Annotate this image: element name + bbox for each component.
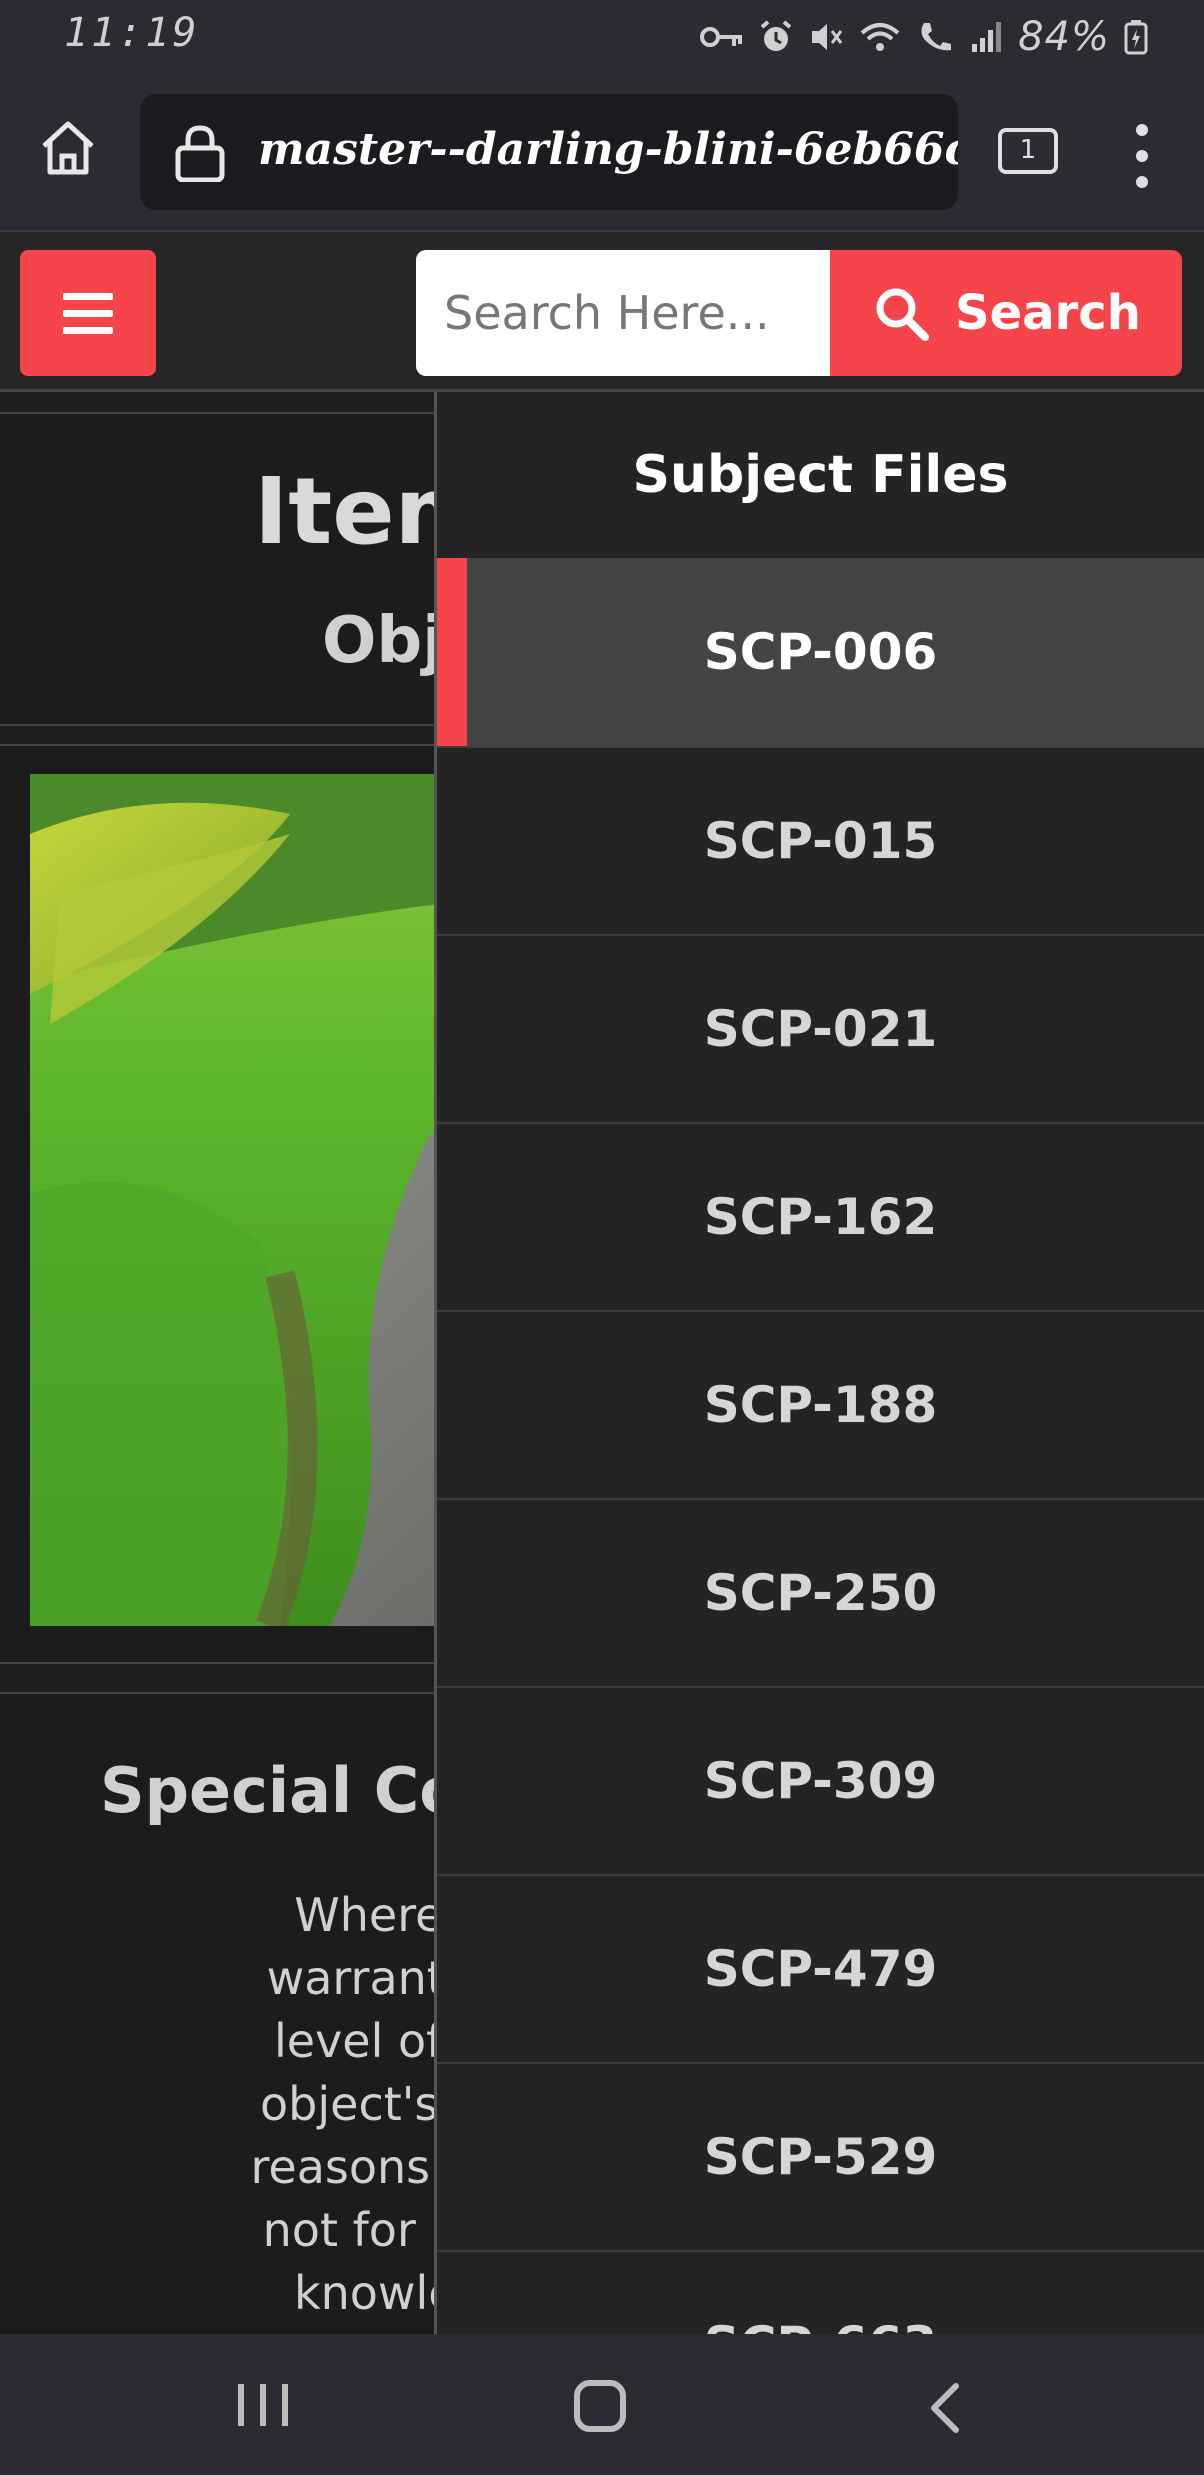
search-input[interactable]: [416, 250, 836, 376]
search-button[interactable]: Search: [830, 250, 1182, 376]
battery-icon: [1124, 20, 1148, 55]
subject-files-drawer: Subject Files SCP-006 SCP-015 SCP-021 SC…: [434, 392, 1204, 2334]
signal-icon: [972, 22, 1002, 52]
system-nav-bar: [0, 2334, 1204, 2475]
drawer-item-scp-479[interactable]: SCP-479: [437, 1874, 1204, 2062]
drawer-item-scp-188[interactable]: SCP-188: [437, 1310, 1204, 1498]
mute-icon: [812, 24, 843, 50]
alarm-icon: [760, 20, 792, 51]
tab-switcher-button[interactable]: 1: [998, 128, 1058, 174]
address-bar[interactable]: master--darling-blini-6eb66c.n: [140, 94, 958, 210]
home-icon[interactable]: [36, 116, 100, 180]
search-icon: [876, 288, 930, 341]
drawer-item-scp-021[interactable]: SCP-021: [437, 934, 1204, 1122]
search-button-label: Search: [955, 285, 1141, 341]
browser-toolbar: master--darling-blini-6eb66c.n 1: [0, 72, 1204, 232]
battery-level: 84%: [1018, 14, 1110, 60]
back-icon[interactable]: [918, 2378, 978, 2438]
status-time: 11:19: [64, 10, 200, 56]
drawer-item-scp-015[interactable]: SCP-015: [437, 746, 1204, 934]
hamburger-menu-icon[interactable]: [20, 250, 156, 376]
home-nav-icon[interactable]: [574, 2380, 626, 2432]
status-icons: 84%: [700, 14, 1148, 60]
url-text: master--darling-blini-6eb66c.n: [258, 124, 958, 175]
drawer-item-scp-162[interactable]: SCP-162: [437, 1122, 1204, 1310]
recent-apps-icon[interactable]: [238, 2384, 288, 2426]
wifi-icon: [860, 23, 900, 51]
lock-icon: [175, 125, 225, 182]
drawer-item-scp-529[interactable]: SCP-529: [437, 2062, 1204, 2250]
drawer-item-scp-309[interactable]: SCP-309: [437, 1686, 1204, 1874]
object-class-label: Obj: [322, 604, 445, 678]
site-header: Search: [0, 232, 1204, 392]
drawer-item-scp-006[interactable]: SCP-006: [437, 558, 1204, 746]
browser-menu-icon[interactable]: [1130, 124, 1154, 188]
drawer-item-scp-250[interactable]: SCP-250: [437, 1498, 1204, 1686]
drawer-item-scp-663[interactable]: SCP-663: [437, 2250, 1204, 2334]
wifi-call-icon: [921, 23, 952, 51]
key-icon: [700, 27, 743, 47]
drawer-title: Subject Files: [632, 445, 1009, 505]
status-bar: 11:19 84%: [0, 0, 1204, 72]
